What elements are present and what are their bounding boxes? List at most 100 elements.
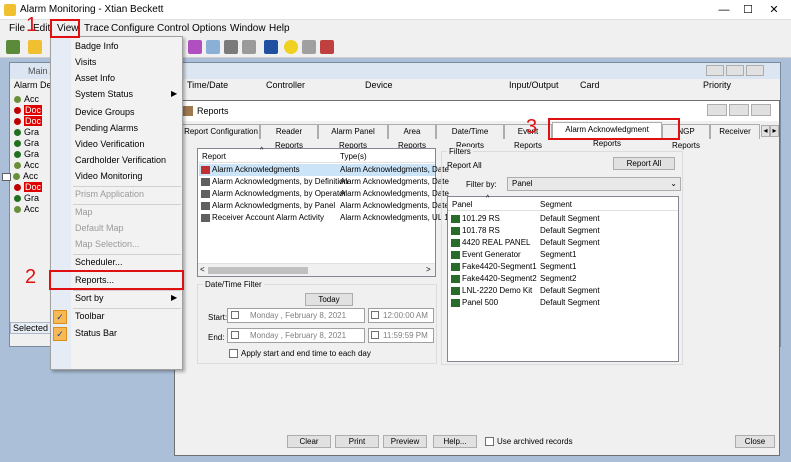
filter-by-select[interactable]: Panel ⌄ — [507, 177, 681, 191]
print-icon[interactable] — [302, 40, 316, 54]
table-row[interactable]: Fake4420-Segment1 — [451, 262, 537, 274]
panel-header[interactable]: Panel — [452, 200, 472, 212]
table-row[interactable]: Fake4420-Segment2 — [451, 274, 537, 286]
scroll-left-icon[interactable]: < — [200, 265, 205, 274]
tab-alarm-panel-reports[interactable]: Alarm Panel Reports — [318, 124, 388, 150]
menu-item-status-bar[interactable]: Status Bar — [75, 328, 117, 342]
menu-item-visits[interactable]: Visits — [75, 57, 96, 71]
list-item[interactable]: Doc — [14, 105, 43, 115]
list-item[interactable]: Doc — [14, 182, 43, 192]
device-icon[interactable] — [206, 40, 220, 54]
menu-item-video-verification[interactable]: Video Verification — [75, 139, 144, 153]
apply-each-day-checkbox[interactable] — [229, 349, 238, 358]
menu-item-scheduler[interactable]: Scheduler... — [75, 257, 123, 271]
clear-button[interactable]: Clear — [287, 435, 331, 448]
menu-item-cardholder-verification[interactable]: Cardholder Verification — [75, 155, 166, 169]
tab-reader-reports[interactable]: Reader Reports — [260, 124, 318, 150]
tab-scroll-left-icon[interactable]: ◂ — [761, 125, 770, 137]
menu-trace[interactable]: Trace — [84, 23, 109, 34]
list-item[interactable]: Gra — [14, 138, 39, 148]
tab-scroll-right-icon[interactable]: ▸ — [770, 125, 779, 137]
table-row[interactable]: Alarm Acknowledgments, by Panel — [201, 201, 335, 213]
start-date-picker[interactable]: Monday , February 8, 2021 — [227, 308, 365, 323]
archived-checkbox[interactable] — [485, 437, 494, 446]
report-all-button[interactable]: Report All — [613, 157, 675, 170]
col-controller[interactable]: Controller — [266, 80, 305, 96]
time-icon[interactable] — [284, 40, 298, 54]
help-button[interactable]: Help... — [433, 435, 477, 448]
list-item[interactable]: Gra — [14, 149, 39, 159]
scroll-thumb[interactable] — [208, 267, 308, 274]
end-time-checkbox[interactable] — [371, 331, 379, 339]
menu-item-system-status[interactable]: System Status — [75, 89, 133, 103]
tab-date-time-reports[interactable]: Date/Time Reports — [436, 124, 504, 150]
table-row[interactable]: 101.78 RS — [451, 226, 500, 238]
report-header[interactable]: Report — [202, 152, 226, 164]
horizontal-scrollbar[interactable]: < > — [198, 263, 435, 276]
check-icon[interactable] — [242, 40, 256, 54]
table-row[interactable]: 101.29 RS — [451, 214, 500, 226]
main-minimize-button[interactable] — [706, 65, 724, 76]
maximize-button[interactable]: ☐ — [736, 2, 760, 18]
menu-help[interactable]: Help — [269, 23, 290, 34]
list-item[interactable]: Acc — [2, 171, 38, 181]
close-button[interactable]: ✕ — [762, 2, 786, 18]
table-row[interactable]: LNL-2220 Demo Kit — [451, 286, 532, 298]
preview-button[interactable]: Preview — [383, 435, 427, 448]
table-row[interactable]: Event Generator — [451, 250, 521, 262]
tab-area-reports[interactable]: Area Reports — [388, 124, 436, 150]
menu-item-asset-info[interactable]: Asset Info — [75, 73, 115, 87]
table-row[interactable]: 4420 REAL PANEL — [451, 238, 530, 250]
col-card[interactable]: Card — [580, 80, 600, 96]
table-row[interactable]: Alarm Acknowledgments, by Definition — [201, 177, 348, 189]
col-device[interactable]: Device — [365, 80, 393, 96]
table-row[interactable]: Alarm Acknowledgments — [201, 165, 300, 177]
list-item[interactable]: Acc — [14, 94, 39, 104]
menu-item-badge-info[interactable]: Badge Info — [75, 41, 119, 55]
menu-configure[interactable]: Configure — [111, 23, 154, 34]
preview-icon[interactable] — [320, 40, 334, 54]
end-date-checkbox[interactable] — [231, 331, 239, 339]
table-row[interactable]: Alarm Acknowledgments, by Operator — [201, 189, 346, 201]
menu-item-video-monitoring[interactable]: Video Monitoring — [75, 171, 142, 185]
tab-report-configuration[interactable]: Report Configuration — [182, 124, 260, 139]
scroll-right-icon[interactable]: > — [426, 265, 431, 274]
menu-options[interactable]: Options — [192, 23, 226, 34]
menu-item-device-groups[interactable]: Device Groups — [75, 107, 135, 121]
table-row[interactable]: Receiver Account Alarm Activity — [201, 213, 324, 225]
main-close-button[interactable] — [746, 65, 764, 76]
menu-item-sort-by[interactable]: Sort by — [75, 293, 104, 307]
col-time-date[interactable]: Time/Date — [187, 80, 228, 96]
list-item[interactable]: Gra — [14, 127, 39, 137]
reports-restore-button[interactable] — [729, 104, 749, 116]
menu-item-pending-alarms[interactable]: Pending Alarms — [75, 123, 138, 137]
col-priority[interactable]: Priority — [703, 80, 731, 96]
col-input-output[interactable]: Input/Output — [509, 80, 559, 96]
menu-window[interactable]: Window — [230, 23, 266, 34]
reports-minimize-button[interactable] — [707, 104, 727, 116]
print-button[interactable]: Print — [335, 435, 379, 448]
alarm-icon[interactable] — [28, 40, 42, 54]
list-item[interactable]: Acc — [14, 204, 39, 214]
close-dialog-button[interactable]: Close — [735, 435, 775, 448]
main-restore-button[interactable] — [726, 65, 744, 76]
menu-control[interactable]: Control — [157, 23, 189, 34]
list-item[interactable]: Acc — [14, 160, 39, 170]
segment-header[interactable]: Segment — [540, 200, 572, 212]
menu-item-toolbar[interactable]: Toolbar — [75, 311, 105, 325]
key-icon[interactable] — [6, 40, 20, 54]
end-date-picker[interactable]: Monday , February 8, 2021 — [227, 328, 365, 343]
reports-close-button[interactable] — [751, 104, 771, 116]
tab-receiver-account[interactable]: Receiver Acco — [710, 124, 760, 139]
trace-icon[interactable] — [188, 40, 202, 54]
today-button[interactable]: Today — [305, 293, 353, 306]
start-date-checkbox[interactable] — [231, 311, 239, 319]
arrow-icon[interactable] — [224, 40, 238, 54]
menu-file[interactable]: File — [9, 23, 25, 34]
type-header[interactable]: Type(s) — [340, 152, 367, 164]
table-row[interactable]: Panel 500 — [451, 298, 498, 310]
list-item[interactable]: Gra — [14, 193, 39, 203]
user-icon[interactable] — [264, 40, 278, 54]
minimize-button[interactable]: — — [712, 2, 736, 18]
start-time-checkbox[interactable] — [371, 311, 379, 319]
